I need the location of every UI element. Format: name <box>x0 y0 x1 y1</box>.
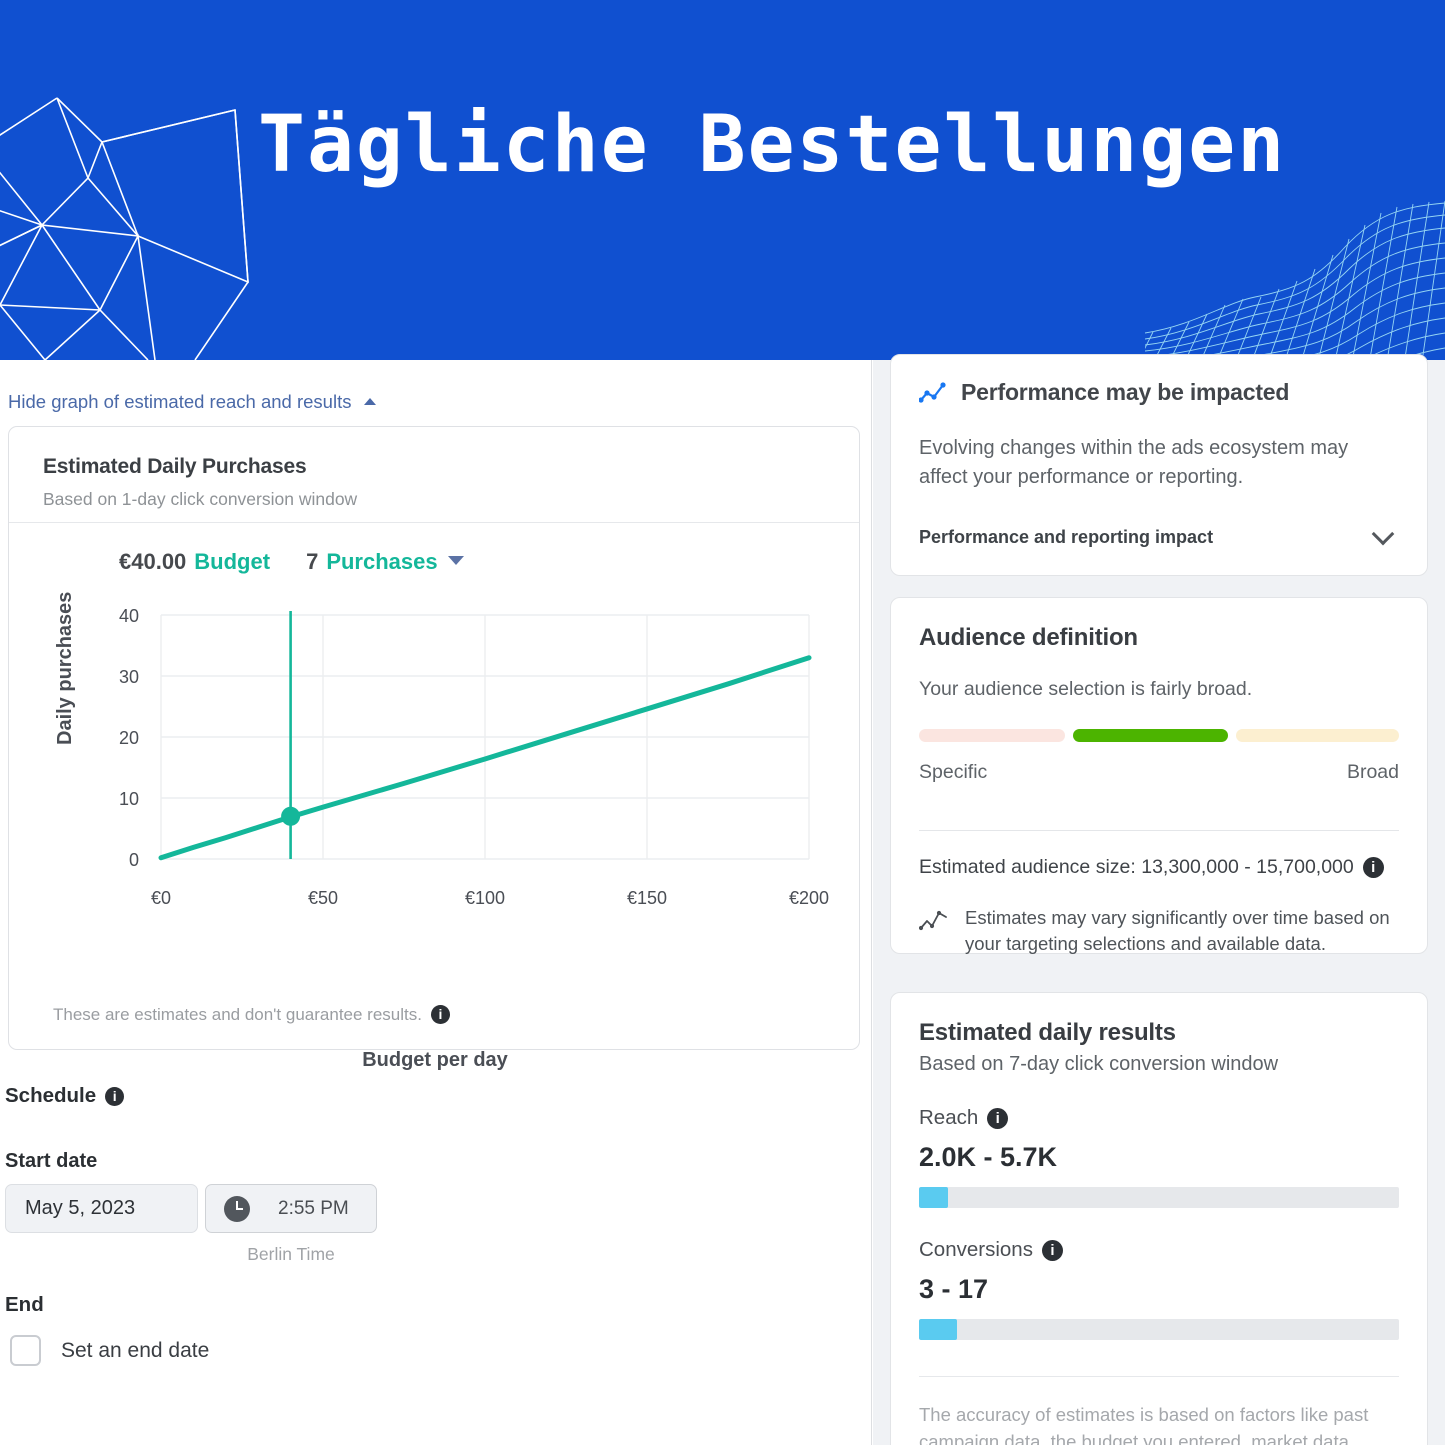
page-body: Hide graph of estimated reach and result… <box>0 354 1445 1445</box>
audience-panel-subtitle: Your audience selection is fairly broad. <box>919 678 1253 700</box>
right-sidebar: Performance may be impacted Evolving cha… <box>873 354 1445 1445</box>
metric-reach-bar-fill <box>919 1187 948 1208</box>
metric-reach-label: Reach <box>919 1106 979 1129</box>
audience-note-text: Estimates may vary significantly over ti… <box>965 907 1390 954</box>
estimated-purchases-chart: 0 10 20 30 40 €0 €50 €100 €150 €200 <box>119 606 829 908</box>
start-time-input[interactable]: 2:55 PM <box>205 1184 377 1233</box>
performance-impact-expander[interactable]: Performance and reporting impact <box>919 522 1399 548</box>
svg-text:40: 40 <box>119 606 139 626</box>
start-date-input[interactable]: May 5, 2023 <box>5 1184 198 1233</box>
chevron-down-icon <box>1371 522 1395 546</box>
trend-chart-icon <box>919 381 946 403</box>
timezone-label: Berlin Time <box>247 1244 335 1264</box>
left-column: Hide graph of estimated reach and result… <box>0 360 872 1445</box>
graph-disclaimer-text: These are estimates and don't guarantee … <box>53 1005 422 1024</box>
svg-text:30: 30 <box>119 667 139 687</box>
svg-text:€150: €150 <box>627 888 667 908</box>
estimated-purchases-card: Estimated Daily Purchases Based on 1-day… <box>8 426 861 1071</box>
legend-budget-label: Budget <box>194 549 271 574</box>
graph-card-header: Estimated Daily Purchases Based on 1-day… <box>9 427 859 523</box>
svg-text:10: 10 <box>119 789 139 809</box>
metric-reach-bar-track <box>919 1187 1399 1208</box>
chart-legend: €40.00 Budget 7 Purchases <box>119 549 464 575</box>
chevron-up-icon <box>363 398 376 405</box>
schedule-heading: Schedule i <box>5 1084 125 1108</box>
metric-reach-label-row: Reach i <box>919 1106 1399 1130</box>
metric-conversions-value: 3 - 17 <box>919 1274 989 1304</box>
graph-disclaimer: These are estimates and don't guarantee … <box>53 1005 450 1025</box>
audience-size-label: Estimated audience size: <box>919 856 1136 878</box>
metric-conversions: Conversions i 3 - 17 <box>919 1238 1399 1340</box>
svg-text:0: 0 <box>129 850 139 870</box>
audience-segment-broad <box>1235 729 1399 742</box>
hide-graph-label: Hide graph of estimated reach and result… <box>8 391 352 412</box>
audience-segment-active <box>1072 729 1228 742</box>
audience-definition-panel: Audience definition Your audience select… <box>890 597 1428 954</box>
metric-reach-value: 2.0K - 5.7K <box>919 1142 1058 1172</box>
metric-conversions-bar-fill <box>919 1319 958 1340</box>
svg-text:€0: €0 <box>151 888 171 908</box>
metric-conversions-label: Conversions <box>919 1238 1033 1261</box>
legend-budget-value: €40.00 <box>119 549 187 574</box>
clock-icon <box>224 1195 250 1222</box>
audience-panel-title: Audience definition <box>919 624 1138 651</box>
start-time-value: 2:55 PM <box>278 1197 349 1219</box>
chart-plot-area: 0 10 20 30 40 €0 €50 €100 €150 €200 <box>9 597 861 908</box>
results-panel-title: Estimated daily results <box>919 1019 1176 1046</box>
audience-size-value: 13,300,000 - 15,700,000 <box>1141 856 1354 878</box>
schedule-heading-text: Schedule <box>5 1084 97 1107</box>
svg-text:20: 20 <box>119 728 139 748</box>
svg-text:€100: €100 <box>465 888 505 908</box>
metric-conversions-bar-track <box>919 1319 1399 1340</box>
estimated-audience-size: Estimated audience size: 13,300,000 - 15… <box>919 856 1399 879</box>
info-icon[interactable]: i <box>430 1005 450 1024</box>
info-icon[interactable]: i <box>1041 1239 1063 1261</box>
svg-text:€50: €50 <box>308 888 338 908</box>
chart-x-axis-label: Budget per day <box>362 1049 508 1071</box>
graph-title: Estimated Daily Purchases <box>43 455 307 478</box>
audience-segment-specific <box>919 729 1065 742</box>
set-end-date-checkbox[interactable] <box>10 1335 41 1366</box>
chevron-down-icon[interactable] <box>447 556 464 565</box>
screenshot-root: Tägliche Bestellungen Hide graph of esti… <box>0 0 1445 1445</box>
start-date-value: May 5, 2023 <box>25 1197 136 1219</box>
info-icon[interactable]: i <box>105 1087 125 1106</box>
set-end-date-row[interactable]: Set an end date <box>10 1335 209 1366</box>
results-footer-text: The accuracy of estimates is based on fa… <box>919 1404 1369 1445</box>
performance-panel-title: Performance may be impacted <box>961 379 1290 405</box>
results-panel-subtitle: Based on 7-day click conversion window <box>919 1053 1279 1075</box>
graph-subtitle: Based on 1-day click conversion window <box>43 489 358 509</box>
performance-expander-label: Performance and reporting impact <box>919 526 1214 547</box>
audience-estimates-note: Estimates may vary significantly over ti… <box>919 905 1399 956</box>
hide-graph-link[interactable]: Hide graph of estimated reach and result… <box>8 391 376 413</box>
performance-panel-header: Performance may be impacted <box>919 379 1399 406</box>
banner-title: Tägliche Bestellungen <box>258 100 1287 190</box>
audience-meter-labels: Specific Broad <box>919 761 1399 784</box>
metric-conversions-label-row: Conversions i <box>919 1238 1399 1262</box>
divider <box>919 1376 1399 1377</box>
metric-reach: Reach i 2.0K - 5.7K <box>919 1106 1399 1208</box>
polygon-wireframe-decoration <box>0 97 249 360</box>
mesh-grid-decoration <box>1145 200 1445 360</box>
audience-label-specific: Specific <box>919 761 988 783</box>
info-icon[interactable]: i <box>987 1107 1009 1129</box>
start-date-heading: Start date <box>5 1150 98 1172</box>
header-banner: Tägliche Bestellungen <box>0 0 1445 360</box>
legend-purchases-value: 7 <box>306 549 319 574</box>
end-heading: End <box>5 1293 44 1316</box>
audience-breadth-meter <box>919 729 1399 742</box>
info-icon[interactable]: i <box>1362 857 1384 878</box>
performance-panel-body: Evolving changes within the ads ecosyste… <box>919 437 1349 489</box>
estimated-daily-results-panel: Estimated daily results Based on 7-day c… <box>890 992 1428 1445</box>
set-end-date-label: Set an end date <box>61 1338 210 1362</box>
audience-label-broad: Broad <box>1346 761 1399 783</box>
svg-text:€200: €200 <box>789 888 829 908</box>
performance-impact-panel: Performance may be impacted Evolving cha… <box>890 354 1428 576</box>
trend-chart-icon <box>919 910 947 931</box>
legend-purchases-label: Purchases <box>326 549 438 574</box>
divider <box>919 830 1399 831</box>
